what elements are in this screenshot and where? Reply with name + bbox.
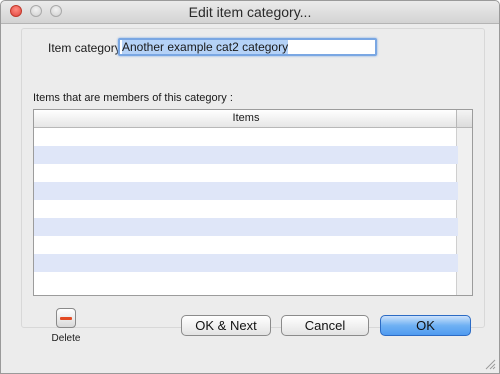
- ok-button[interactable]: OK: [380, 315, 471, 336]
- dialog-window: Edit item category... Item category Anot…: [0, 0, 500, 374]
- table-scrollbar[interactable]: [456, 128, 472, 295]
- resize-grip-icon[interactable]: [484, 358, 496, 370]
- delete-label: Delete: [51, 333, 81, 344]
- category-input-value: Another example cat2 category: [122, 40, 289, 54]
- title-bar[interactable]: Edit item category...: [1, 1, 499, 24]
- window-title: Edit item category...: [188, 4, 312, 20]
- cancel-button[interactable]: Cancel: [281, 315, 369, 336]
- items-rows: [34, 128, 458, 290]
- items-table: Items: [33, 109, 473, 296]
- table-row[interactable]: [34, 182, 458, 200]
- table-row[interactable]: [34, 200, 458, 218]
- table-row[interactable]: [34, 254, 458, 272]
- table-row[interactable]: [34, 236, 458, 254]
- table-row[interactable]: [34, 146, 458, 164]
- minus-icon: [56, 308, 76, 328]
- category-label: Item category: [48, 41, 121, 55]
- members-label: Items that are members of this category …: [33, 92, 233, 104]
- table-header-corner: [456, 110, 472, 128]
- table-row[interactable]: [34, 218, 458, 236]
- category-input[interactable]: Another example cat2 category: [118, 38, 377, 56]
- delete-button[interactable]: Delete: [50, 308, 82, 344]
- ok-next-button[interactable]: OK & Next: [181, 315, 271, 336]
- table-row[interactable]: [34, 272, 458, 290]
- items-column-header[interactable]: Items: [34, 110, 458, 128]
- table-row[interactable]: [34, 128, 458, 146]
- table-row[interactable]: [34, 164, 458, 182]
